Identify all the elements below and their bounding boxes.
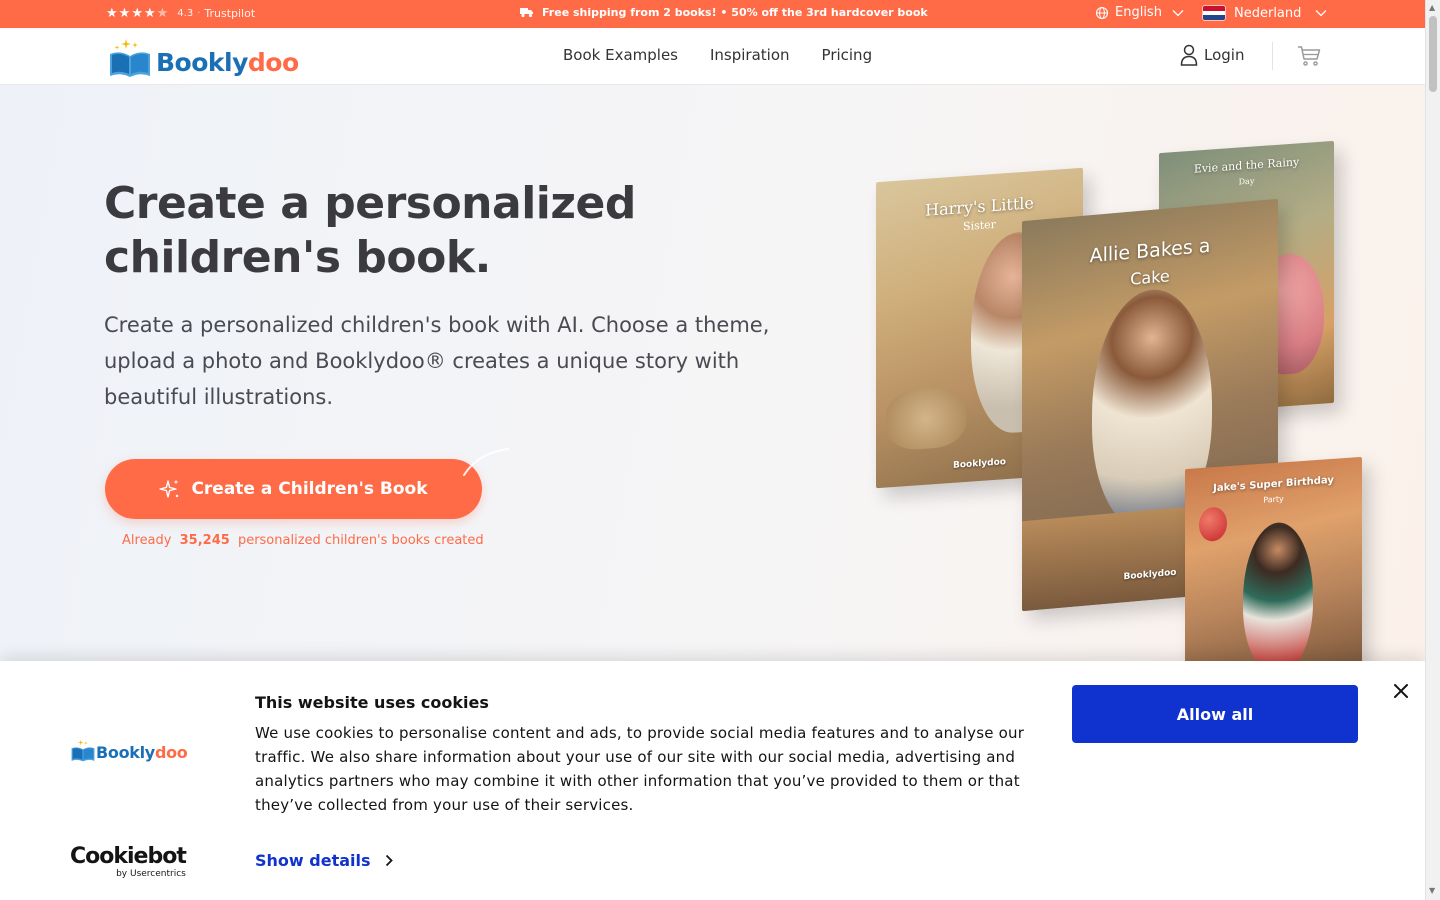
netherlands-flag-icon <box>1202 5 1226 21</box>
nav-inspiration[interactable]: Inspiration <box>710 46 790 64</box>
book-cover-jake[interactable]: Jake's Super Birthday Party <box>1185 456 1362 680</box>
rating-source: Trustpilot <box>204 7 256 20</box>
chevron-down-icon <box>1172 9 1184 16</box>
rating-stars-icon: ★★★★★ <box>106 6 170 21</box>
show-details-link[interactable]: Show details <box>255 851 393 870</box>
hero-title: Create a personalized children's book. <box>104 178 636 283</box>
nav-pricing[interactable]: Pricing <box>822 46 873 64</box>
promo-text: Free shipping from 2 books! • 50% off th… <box>542 6 928 19</box>
books-created-counter: Already 35,245 personalized children's b… <box>122 533 484 548</box>
language-label: English <box>1115 5 1162 20</box>
booklydoo-logo[interactable]: Booklydoo <box>108 36 299 78</box>
hero-description: Create a personalized children's book wi… <box>104 313 770 409</box>
cookiebot-logo: Cookiebot by Usercentrics <box>70 844 187 880</box>
scrollbar-thumb[interactable] <box>1429 16 1437 92</box>
rating-score: 4.3 <box>177 8 194 19</box>
chevron-down-icon <box>1315 10 1327 17</box>
counter-value: 35,245 <box>179 533 230 548</box>
cookie-description: We use cookies to personalise content an… <box>255 724 1025 814</box>
login-label: Login <box>1204 46 1245 64</box>
main-nav: Book Examples Inspiration Pricing <box>563 46 872 64</box>
cookie-logo-part2: doo <box>154 743 188 762</box>
illustration-balloon <box>1199 506 1227 543</box>
hero-section: Create a personalized children's book. C… <box>0 85 1425 680</box>
counter-suffix: personalized children's books created <box>237 533 484 548</box>
logo-text: Booklydoo <box>156 48 299 77</box>
show-details-label: Show details <box>255 851 371 870</box>
language-selector[interactable]: English <box>1095 5 1184 20</box>
header-divider <box>1272 42 1273 70</box>
trustpilot-rating[interactable]: ★★★★★ 4.3 · Trustpilot <box>106 6 255 21</box>
cookie-title: This website uses cookies <box>255 693 489 712</box>
login-link[interactable]: Login <box>1180 44 1244 66</box>
cta-swoosh-decoration <box>463 448 509 476</box>
scroll-down-arrow-icon[interactable]: ▼ <box>1429 886 1435 895</box>
scroll-up-arrow-icon[interactable]: ▲ <box>1429 3 1435 12</box>
create-book-button[interactable]: Create a Children's Book <box>105 459 482 519</box>
cookie-consent-banner: Bookly doo This website uses cookies We u… <box>0 661 1425 900</box>
sparkle-icon <box>159 479 179 498</box>
cookiebot-name: Cookiebot <box>70 844 187 869</box>
promo-bar: ★★★★★ 4.3 · Trustpilot Free shipping fro… <box>0 0 1425 28</box>
open-book-icon <box>110 39 150 77</box>
rating-separator: · <box>197 8 201 19</box>
illustration-child <box>1243 520 1313 676</box>
chevron-right-icon <box>385 854 393 867</box>
cookie-banner-logo: Bookly doo <box>70 738 188 762</box>
illustration-basket <box>886 385 966 452</box>
nav-book-examples[interactable]: Book Examples <box>563 46 678 64</box>
create-book-label: Create a Children's Book <box>191 479 428 499</box>
cart-button[interactable] <box>1297 45 1321 71</box>
cookie-logo-part1: Bookly <box>96 743 155 762</box>
shipping-promo: Free shipping from 2 books! • 50% off th… <box>520 6 928 19</box>
country-selector[interactable]: Nederland <box>1202 5 1327 21</box>
globe-icon <box>1095 6 1109 19</box>
cookiebot-by: by Usercentrics <box>116 869 186 879</box>
counter-prefix: Already <box>122 533 172 548</box>
close-icon[interactable] <box>1392 681 1410 706</box>
truck-icon <box>520 8 533 18</box>
site-header: Booklydoo Book Examples Inspiration Pric… <box>0 28 1425 85</box>
user-icon <box>1180 44 1198 66</box>
cart-icon <box>1298 46 1321 66</box>
page-scrollbar[interactable]: ▲ ▼ <box>1425 0 1440 900</box>
allow-all-button[interactable]: Allow all <box>1072 685 1358 743</box>
open-book-icon <box>71 739 95 762</box>
country-label: Nederland <box>1234 5 1302 21</box>
